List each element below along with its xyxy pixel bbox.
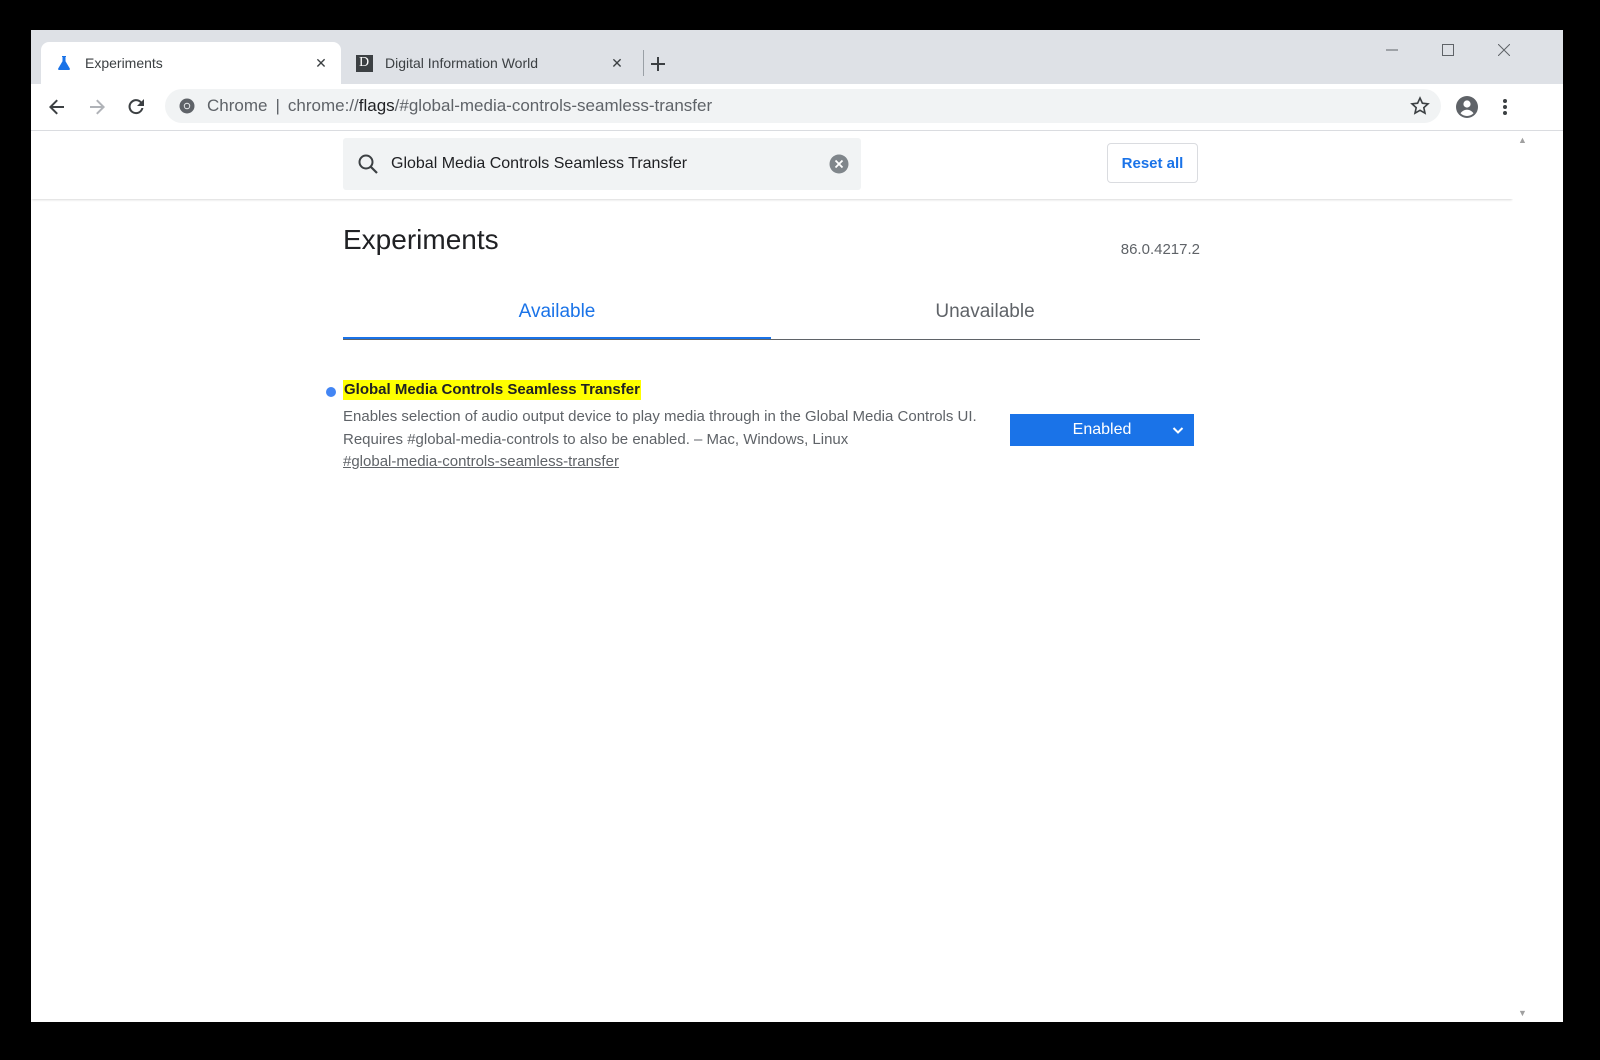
tab-title: Digital Information World <box>385 55 539 71</box>
flags-page: Reset all Experiments 86.0.4217.2 Availa… <box>31 131 1513 1022</box>
url-path: /#global-media-controls-seamless-transfe… <box>394 96 713 115</box>
vertical-scrollbar[interactable]: ▲ ▼ <box>1513 131 1531 1022</box>
chrome-icon <box>179 97 197 115</box>
search-input[interactable] <box>389 154 813 174</box>
experiment-state-select[interactable]: Enabled <box>1010 414 1194 446</box>
tab-strip: Experiments ✕ D Digital Information Worl… <box>31 30 1563 84</box>
url-host: flags <box>358 96 395 115</box>
close-icon <box>1498 44 1510 56</box>
maximize-button[interactable] <box>1428 38 1468 62</box>
chrome-chip-label: Chrome <box>207 96 268 115</box>
flask-icon <box>55 54 73 72</box>
tab-digital-information-world[interactable]: D Digital Information World ✕ <box>341 42 637 84</box>
search-icon <box>355 151 381 177</box>
experiment-name: Global Media Controls Seamless Transfer <box>343 380 641 400</box>
menu-button[interactable] <box>1491 91 1519 123</box>
more-vert-icon <box>1503 99 1507 115</box>
reload-icon <box>128 99 144 115</box>
account-icon <box>1456 96 1478 118</box>
forward-button[interactable] <box>81 91 113 123</box>
bookmark-star-icon[interactable] <box>1409 95 1431 117</box>
url-scheme: chrome:// <box>287 96 359 115</box>
experiment-permalink[interactable]: #global-media-controls-seamless-transfer <box>343 453 619 470</box>
page-header: Reset all <box>31 131 1513 199</box>
back-button[interactable] <box>41 91 73 123</box>
omnibox-separator: | <box>275 96 280 115</box>
scroll-up-icon[interactable]: ▲ <box>1518 135 1527 145</box>
address-bar[interactable]: Chrome | chrome://flags/#global-media-co… <box>165 89 1441 123</box>
select-value: Enabled <box>1072 421 1132 438</box>
tab-experiments[interactable]: Experiments ✕ <box>41 42 341 84</box>
close-tab-icon[interactable]: ✕ <box>607 53 627 73</box>
tab-available[interactable]: Available <box>343 286 771 339</box>
browser-window: Experiments ✕ D Digital Information Worl… <box>31 30 1563 1022</box>
experiments-tabs: Available Unavailable <box>343 286 1200 340</box>
tab-title: Experiments <box>85 55 163 71</box>
search-box[interactable] <box>343 138 861 190</box>
site-d-icon: D <box>355 54 373 72</box>
experiment-description: Enables selection of audio output device… <box>343 408 977 448</box>
maximize-icon <box>1442 44 1454 56</box>
reload-button[interactable] <box>120 91 152 123</box>
url-text: chrome://flags/#global-media-controls-se… <box>288 96 712 116</box>
minimize-button[interactable] <box>1372 38 1412 62</box>
plus-icon <box>651 57 665 71</box>
toolbar: Chrome | chrome://flags/#global-media-co… <box>31 84 1563 131</box>
back-arrow-icon <box>49 99 64 115</box>
forward-arrow-icon <box>90 99 105 115</box>
minimize-icon <box>1386 49 1398 51</box>
clear-search-icon[interactable] <box>829 154 849 174</box>
reset-all-button[interactable]: Reset all <box>1107 143 1198 183</box>
tab-unavailable[interactable]: Unavailable <box>771 286 1199 338</box>
version-label: 86.0.4217.2 <box>1120 241 1200 258</box>
new-tab-button[interactable] <box>643 49 673 79</box>
modified-indicator-dot <box>326 387 336 397</box>
chevron-down-icon <box>1172 427 1184 434</box>
close-window-button[interactable] <box>1484 38 1524 62</box>
scroll-down-icon[interactable]: ▼ <box>1518 1008 1527 1018</box>
close-tab-icon[interactable]: ✕ <box>311 53 331 73</box>
page-title: Experiments <box>343 224 499 255</box>
profile-button[interactable] <box>1451 91 1483 123</box>
